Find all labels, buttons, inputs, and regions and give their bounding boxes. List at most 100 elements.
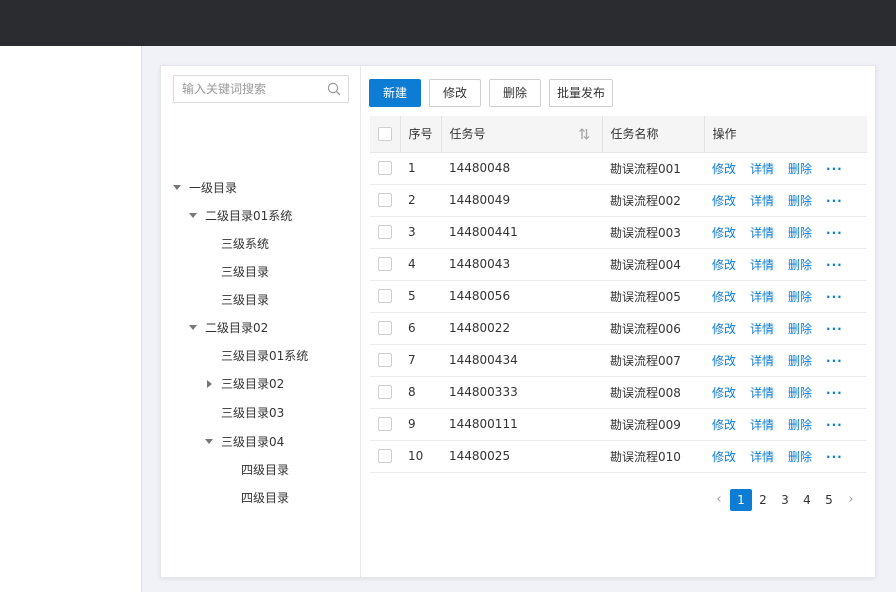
select-all-checkbox[interactable] — [378, 127, 392, 141]
cell-task-name: 勘误流程009 — [602, 408, 704, 441]
row-delete-link[interactable]: 删除 — [788, 322, 812, 336]
row-delete-link[interactable]: 删除 — [788, 290, 812, 304]
row-select-cell[interactable] — [370, 440, 400, 473]
tree-node-label: 三级目录 — [221, 293, 270, 307]
row-select-cell[interactable] — [370, 152, 400, 185]
next-page-button[interactable]: › — [840, 489, 862, 511]
row-delete-link[interactable]: 删除 — [788, 194, 812, 208]
more-icon[interactable]: ··· — [826, 450, 843, 464]
row-checkbox[interactable] — [378, 353, 392, 368]
cell-task-no: 14480043 — [441, 248, 602, 281]
table-row[interactable]: 10 14480025 勘误流程010 修改 详情 删除 ··· — [370, 440, 867, 473]
row-delete-link[interactable]: 删除 — [788, 162, 812, 176]
row-detail-link[interactable]: 详情 — [750, 258, 774, 272]
table-row[interactable]: 3 144800441 勘误流程003 修改 详情 删除 ··· — [370, 216, 867, 249]
row-detail-link[interactable]: 详情 — [750, 226, 774, 240]
row-checkbox[interactable] — [378, 225, 392, 240]
row-checkbox[interactable] — [378, 193, 392, 208]
row-delete-link[interactable]: 删除 — [788, 258, 812, 272]
tree-node-label: 三级目录01系统 — [221, 349, 309, 363]
row-edit-link[interactable]: 修改 — [712, 354, 736, 368]
row-select-cell[interactable] — [370, 184, 400, 217]
search-input[interactable] — [174, 76, 324, 102]
row-detail-link[interactable]: 详情 — [750, 450, 774, 464]
table-row[interactable]: 1 14480048 勘误流程001 修改 详情 删除 ··· — [370, 152, 867, 185]
table-row[interactable]: 2 14480049 勘误流程002 修改 详情 删除 ··· — [370, 184, 867, 217]
table-row[interactable]: 6 14480022 勘误流程006 修改 详情 删除 ··· — [370, 312, 867, 345]
row-checkbox[interactable] — [378, 385, 392, 400]
row-detail-link[interactable]: 详情 — [750, 354, 774, 368]
row-checkbox[interactable] — [378, 449, 392, 464]
task-table: 序号 任务号 任务名称 操作 1 14480048 勘误流程001 修改 详情 删除 · — [370, 116, 867, 473]
caret-down-icon[interactable] — [189, 213, 197, 218]
row-edit-link[interactable]: 修改 — [712, 194, 736, 208]
prev-page-button[interactable]: ‹ — [708, 489, 730, 511]
caret-right-icon[interactable] — [207, 380, 212, 388]
caret-down-icon[interactable] — [173, 185, 181, 190]
table-row[interactable]: 5 14480056 勘误流程005 修改 详情 删除 ··· — [370, 280, 867, 313]
sort-icon[interactable] — [578, 128, 590, 140]
new-button[interactable]: 新建 — [369, 79, 421, 107]
more-icon[interactable]: ··· — [826, 322, 843, 336]
more-icon[interactable]: ··· — [826, 194, 843, 208]
row-detail-link[interactable]: 详情 — [750, 290, 774, 304]
row-delete-link[interactable]: 删除 — [788, 386, 812, 400]
row-edit-link[interactable]: 修改 — [712, 162, 736, 176]
row-edit-link[interactable]: 修改 — [712, 226, 736, 240]
row-detail-link[interactable]: 详情 — [750, 418, 774, 432]
table-row[interactable]: 9 144800111 勘误流程009 修改 详情 删除 ··· — [370, 408, 867, 441]
row-checkbox[interactable] — [378, 417, 392, 432]
more-icon[interactable]: ··· — [826, 354, 843, 368]
column-header-task-no[interactable]: 任务号 — [440, 116, 602, 153]
cell-index: 2 — [400, 184, 441, 217]
batch-publish-button[interactable]: 批量发布 — [549, 79, 613, 107]
row-select-cell[interactable] — [370, 312, 400, 345]
row-checkbox[interactable] — [378, 289, 392, 304]
more-icon[interactable]: ··· — [826, 258, 843, 272]
more-icon[interactable]: ··· — [826, 226, 843, 240]
table-row[interactable]: 4 14480043 勘误流程004 修改 详情 删除 ··· — [370, 248, 867, 281]
row-select-cell[interactable] — [370, 376, 400, 409]
row-delete-link[interactable]: 删除 — [788, 354, 812, 368]
more-icon[interactable]: ··· — [826, 418, 843, 432]
row-edit-link[interactable]: 修改 — [712, 322, 736, 336]
row-edit-link[interactable]: 修改 — [712, 450, 736, 464]
search-icon[interactable] — [327, 82, 341, 96]
row-delete-link[interactable]: 删除 — [788, 226, 812, 240]
row-checkbox[interactable] — [378, 321, 392, 336]
table-row[interactable]: 7 144800434 勘误流程007 修改 详情 删除 ··· — [370, 344, 867, 377]
row-edit-link[interactable]: 修改 — [712, 418, 736, 432]
row-detail-link[interactable]: 详情 — [750, 162, 774, 176]
page-button-3[interactable]: 3 — [774, 489, 796, 511]
row-select-cell[interactable] — [370, 408, 400, 441]
row-edit-link[interactable]: 修改 — [712, 386, 736, 400]
row-select-cell[interactable] — [370, 344, 400, 377]
row-checkbox[interactable] — [378, 161, 392, 176]
edit-button[interactable]: 修改 — [429, 79, 481, 107]
caret-down-icon[interactable] — [189, 325, 197, 330]
row-select-cell[interactable] — [370, 280, 400, 313]
page-button-5[interactable]: 5 — [818, 489, 840, 511]
page-button-2[interactable]: 2 — [752, 489, 774, 511]
row-edit-link[interactable]: 修改 — [712, 258, 736, 272]
table-row[interactable]: 8 144800333 勘误流程008 修改 详情 删除 ··· — [370, 376, 867, 409]
row-checkbox[interactable] — [378, 257, 392, 272]
row-select-cell[interactable] — [370, 216, 400, 249]
more-icon[interactable]: ··· — [826, 162, 843, 176]
more-icon[interactable]: ··· — [826, 386, 843, 400]
page-button-4[interactable]: 4 — [796, 489, 818, 511]
row-select-cell[interactable] — [370, 248, 400, 281]
row-edit-link[interactable]: 修改 — [712, 290, 736, 304]
row-detail-link[interactable]: 详情 — [750, 322, 774, 336]
row-delete-link[interactable]: 删除 — [788, 418, 812, 432]
more-icon[interactable]: ··· — [826, 290, 843, 304]
cell-actions: 修改 详情 删除 ··· — [704, 216, 867, 249]
page-button-1[interactable]: 1 — [730, 489, 752, 511]
row-detail-link[interactable]: 详情 — [750, 386, 774, 400]
caret-down-icon[interactable] — [205, 439, 213, 444]
delete-button[interactable]: 删除 — [489, 79, 541, 107]
row-detail-link[interactable]: 详情 — [750, 194, 774, 208]
header-select-all[interactable] — [370, 116, 400, 153]
cell-actions: 修改 详情 删除 ··· — [704, 312, 867, 345]
row-delete-link[interactable]: 删除 — [788, 450, 812, 464]
